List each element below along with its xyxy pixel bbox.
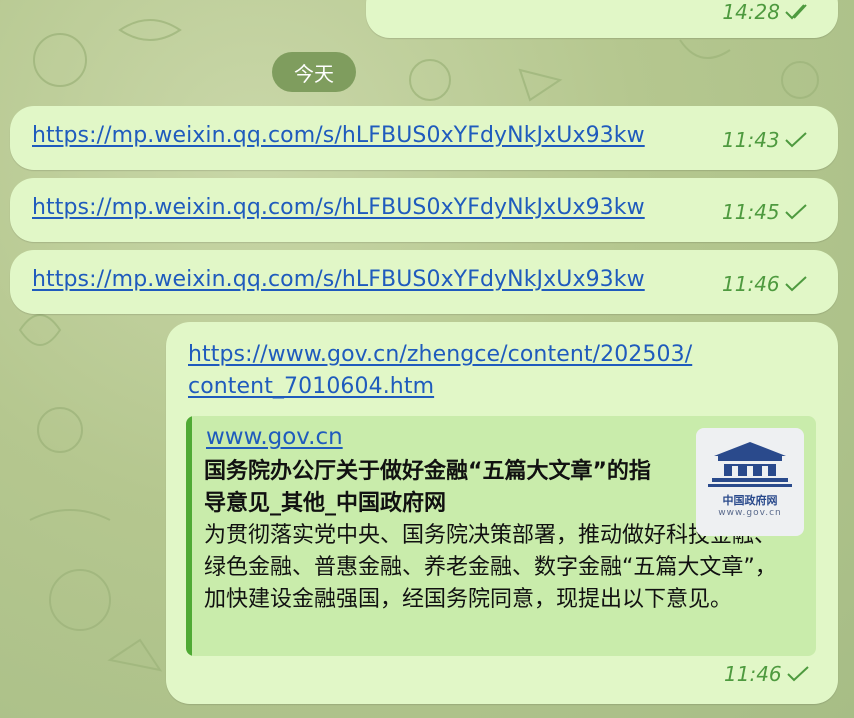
message-time: 11:46 bbox=[722, 272, 780, 296]
single-check-icon bbox=[784, 131, 808, 149]
message-bubble: https://mp.weixin.qq.com/s/hLFBUS0xYFdyN… bbox=[10, 106, 838, 170]
preview-thumbnail[interactable]: 中国政府网 www.gov.cn bbox=[696, 428, 804, 536]
message-meta: 11:46 bbox=[722, 272, 808, 296]
message-time: 11:46 bbox=[724, 662, 782, 686]
message-link[interactable]: https://mp.weixin.qq.com/s/hLFBUS0xYFdyN… bbox=[32, 267, 645, 292]
link-preview-card[interactable]: www.gov.cn 国务院办公厅关于做好金融“五篇大文章”的指导意见_其他_中… bbox=[186, 416, 816, 656]
date-separator: 今天 bbox=[272, 52, 356, 92]
thumbnail-title: 中国政府网 bbox=[722, 494, 778, 507]
message-meta: 14:28 bbox=[722, 0, 812, 24]
preview-title: 国务院办公厅关于做好金融“五篇大文章”的指导意见_其他_中国政府网 bbox=[204, 459, 651, 516]
single-check-icon bbox=[784, 275, 808, 293]
message-link-line1[interactable]: https://www.gov.cn/zhengce/content/20250… bbox=[188, 342, 692, 367]
message-time: 14:28 bbox=[722, 0, 780, 24]
message-time: 11:43 bbox=[722, 128, 780, 152]
message-link[interactable]: https://mp.weixin.qq.com/s/hLFBUS0xYFdyN… bbox=[32, 195, 645, 220]
message-bubble: https://mp.weixin.qq.com/s/hLFBUS0xYFdyN… bbox=[10, 178, 838, 242]
message-meta: 11:43 bbox=[722, 128, 808, 152]
single-check-icon bbox=[784, 203, 808, 221]
gov-building-icon bbox=[708, 442, 792, 487]
single-check-icon bbox=[786, 665, 810, 683]
message-meta: 11:46 bbox=[724, 662, 810, 686]
preview-site-name[interactable]: www.gov.cn bbox=[206, 424, 343, 450]
preview-accent-bar bbox=[186, 416, 192, 656]
message-link[interactable]: https://mp.weixin.qq.com/s/hLFBUS0xYFdyN… bbox=[32, 123, 645, 148]
message-link-line2[interactable]: content_7010604.htm bbox=[188, 374, 434, 399]
message-bubble: https://mp.weixin.qq.com/s/hLFBUS0xYFdyN… bbox=[10, 250, 838, 314]
message-bubble-previous: 14:28 bbox=[366, 0, 838, 38]
message-time: 11:45 bbox=[722, 200, 780, 224]
message-meta: 11:45 bbox=[722, 200, 808, 224]
thumbnail-url: www.gov.cn bbox=[718, 508, 782, 518]
double-check-icon bbox=[784, 3, 812, 21]
